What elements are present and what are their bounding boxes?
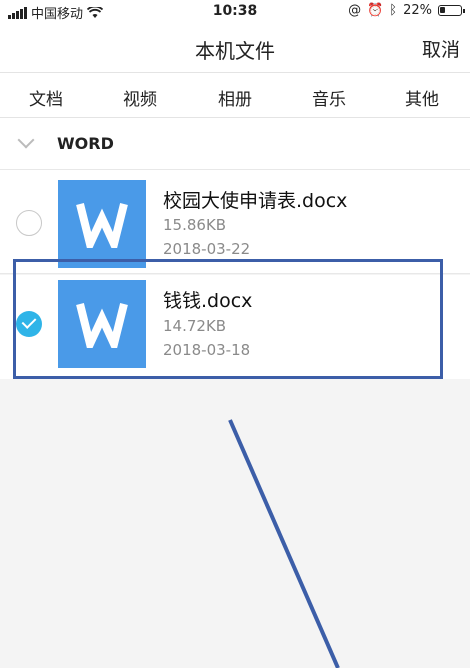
file-name: 校园大使申请表.docx — [163, 190, 348, 212]
file-row[interactable]: 钱钱.docx 14.72KB 2018-03-18 — [0, 275, 470, 379]
tab-music[interactable]: 音乐 — [294, 85, 364, 110]
section-label: WORD — [57, 134, 114, 153]
tab-albums[interactable]: 相册 — [200, 85, 270, 110]
status-bar: 中国移动 10:38 @ ⏰ ᛒ 22% — [0, 0, 470, 24]
tab-videos[interactable]: 视频 — [105, 85, 175, 110]
file-size: 15.86KB — [163, 216, 227, 234]
chevron-down-icon — [17, 131, 35, 149]
tab-other[interactable]: 其他 — [387, 85, 457, 110]
section-header-word[interactable]: WORD — [0, 118, 470, 170]
bluetooth-icon: ᛒ — [389, 3, 398, 18]
select-radio[interactable] — [16, 210, 42, 236]
category-tabs: 文档 视频 相册 音乐 其他 — [0, 72, 470, 122]
page-title: 本机文件 — [195, 39, 275, 63]
file-date: 2018-03-18 — [163, 341, 251, 359]
alarm-icon: ⏰ — [367, 3, 384, 18]
file-row[interactable]: 校园大使申请表.docx 15.86KB 2018-03-22 — [0, 170, 470, 274]
select-radio-checked[interactable] — [16, 311, 42, 337]
word-document-icon — [58, 280, 146, 368]
word-document-icon — [58, 180, 146, 268]
status-right-group: @ ⏰ ᛒ 22% — [348, 3, 465, 18]
file-size: 14.72KB — [163, 317, 227, 335]
file-name: 钱钱.docx — [163, 290, 253, 312]
tab-documents[interactable]: 文档 — [11, 85, 81, 122]
battery-icon — [438, 5, 465, 16]
cancel-button[interactable]: 取消 — [422, 35, 460, 62]
nav-bar: 本机文件 取消 — [0, 24, 470, 72]
file-date: 2018-03-22 — [163, 240, 251, 258]
battery-percent: 22% — [403, 3, 432, 18]
rotation-lock-icon: @ — [348, 3, 362, 18]
